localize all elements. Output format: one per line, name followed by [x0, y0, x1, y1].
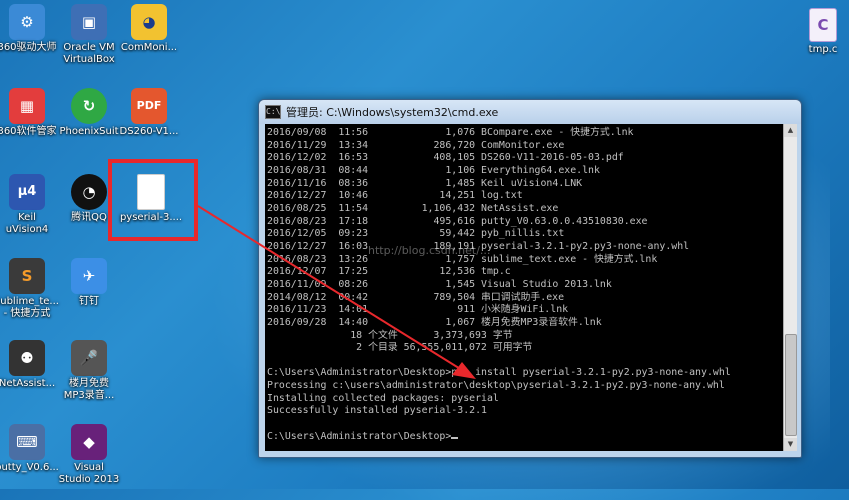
red-arrow-annotation: [197, 205, 476, 379]
arrow-head: [452, 362, 476, 379]
arrow-line: [197, 205, 463, 371]
